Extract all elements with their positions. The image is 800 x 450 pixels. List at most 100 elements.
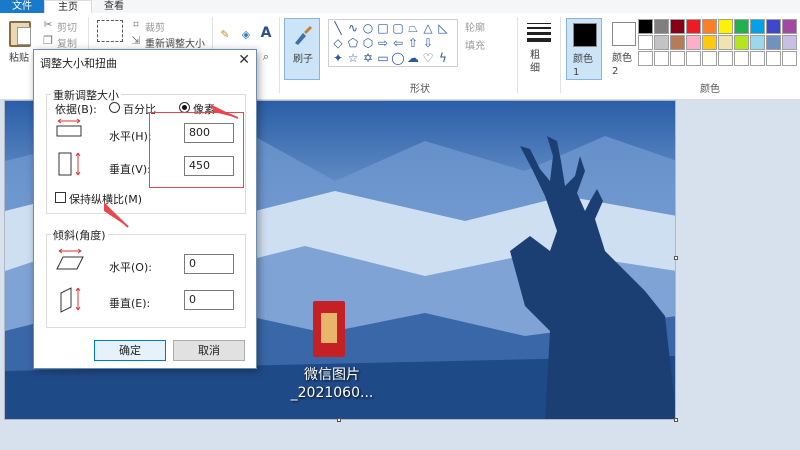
skew-section-title: 倾斜(角度) — [51, 227, 108, 243]
skew-horizontal-input[interactable]: 0 — [184, 254, 234, 274]
palette-swatch[interactable] — [782, 19, 797, 34]
palette-swatch[interactable] — [638, 19, 653, 34]
palette-swatch[interactable] — [750, 19, 765, 34]
palette-swatch[interactable] — [654, 19, 669, 34]
palette-swatch[interactable] — [734, 35, 749, 50]
resize-button[interactable]: 重新调整大小 — [145, 35, 205, 50]
paste-icon[interactable] — [9, 21, 31, 47]
tab-view[interactable]: 查看 — [92, 0, 136, 13]
lightning-shape-icon[interactable]: ϟ — [436, 51, 450, 65]
crop-button[interactable]: 裁剪 — [145, 19, 165, 34]
skew-vertical-input[interactable]: 0 — [184, 290, 234, 310]
resize-handle-bottom[interactable] — [337, 418, 341, 422]
palette-swatch[interactable] — [686, 51, 701, 66]
color2-button[interactable]: 颜色 2 — [606, 18, 642, 80]
palette-swatch[interactable] — [654, 51, 669, 66]
palette-swatch[interactable] — [670, 51, 685, 66]
star4-shape-icon[interactable]: ✦ — [331, 51, 345, 65]
vertical-skew-icon — [60, 287, 81, 313]
palette-swatch[interactable] — [782, 35, 797, 50]
horizontal-skew-icon — [56, 248, 84, 270]
group-divider — [279, 17, 280, 93]
star5-shape-icon[interactable]: ☆ — [346, 51, 360, 65]
palette-swatch[interactable] — [638, 35, 653, 50]
pencil-icon[interactable]: ✎ — [219, 29, 231, 41]
group-divider — [517, 17, 518, 93]
palette-swatch[interactable] — [734, 19, 749, 34]
palette-swatch[interactable] — [766, 19, 781, 34]
tab-home[interactable]: 主页 — [44, 0, 92, 13]
palette-swatch[interactable] — [670, 19, 685, 34]
curve-shape-icon[interactable]: ∿ — [346, 21, 360, 35]
desktop-icon-label-line1: 微信图片 — [304, 367, 360, 383]
select-tool[interactable] — [97, 20, 123, 42]
palette-swatch[interactable] — [686, 35, 701, 50]
magnifier-icon[interactable]: ⌕ — [260, 51, 272, 63]
heart-shape-icon[interactable]: ♡ — [421, 51, 435, 65]
outline-dropdown[interactable]: 轮廓 — [465, 19, 485, 34]
wechat-image-file-icon[interactable] — [313, 301, 345, 357]
ok-button[interactable]: 确定 — [94, 340, 166, 361]
palette-swatch[interactable] — [654, 35, 669, 50]
desktop-icon-label[interactable]: 微信图片 _2021060... — [277, 366, 387, 402]
callout-rect-shape-icon[interactable]: ▭ — [376, 51, 390, 65]
palette-swatch[interactable] — [702, 51, 717, 66]
highlight-box — [149, 112, 244, 188]
oval-shape-icon[interactable]: ○ — [361, 21, 375, 35]
rounded-rect-shape-icon[interactable]: ▢ — [391, 21, 405, 35]
line-shape-icon[interactable]: ╲ — [331, 21, 345, 35]
paste-button[interactable]: 粘贴 — [9, 49, 29, 64]
star6-shape-icon[interactable]: ✡ — [361, 51, 375, 65]
arrow-left-shape-icon[interactable]: ⇦ — [391, 36, 405, 50]
close-icon[interactable]: ✕ — [238, 52, 250, 68]
palette-swatch[interactable] — [718, 35, 733, 50]
diamond-shape-icon[interactable]: ◇ — [331, 36, 345, 50]
palette-swatch[interactable] — [782, 51, 797, 66]
palette-swatch[interactable] — [670, 35, 685, 50]
keep-aspect-ratio-label[interactable]: 保持纵横比(M) — [69, 191, 142, 207]
shapes-gallery[interactable]: ╲ ∿ ○ □ ▢ ⏢ △ ◺ ◇ ⬠ ⬡ ⇨ ⇦ ⇧ ⇩ ✦ ☆ ✡ ▭ ◯ … — [328, 19, 458, 67]
fill-dropdown[interactable]: 填充 — [465, 37, 485, 52]
brush-label: 刷子 — [293, 54, 313, 65]
resize-handle-right[interactable] — [674, 256, 678, 260]
percent-radio[interactable] — [109, 102, 120, 113]
color1-label: 颜色 1 — [573, 54, 593, 78]
palette-swatch[interactable] — [734, 51, 749, 66]
vertical-resize-icon — [58, 152, 81, 176]
palette-swatch[interactable] — [718, 19, 733, 34]
palette-swatch[interactable] — [718, 51, 733, 66]
brush-button[interactable]: 刷子 — [284, 18, 320, 80]
cancel-button[interactable]: 取消 — [173, 340, 245, 361]
dialog-title: 调整大小和扭曲 — [40, 57, 117, 70]
keep-aspect-ratio-checkbox[interactable] — [55, 192, 66, 203]
pentagon-shape-icon[interactable]: ⬠ — [346, 36, 360, 50]
palette-swatch[interactable] — [766, 35, 781, 50]
polygon-shape-icon[interactable]: ⏢ — [406, 21, 420, 35]
size-button[interactable]: 粗细 — [530, 49, 548, 75]
palette-swatch[interactable] — [702, 19, 717, 34]
color1-button[interactable]: 颜色 1 — [566, 18, 602, 80]
right-triangle-shape-icon[interactable]: ◺ — [436, 21, 450, 35]
palette-swatch[interactable] — [686, 19, 701, 34]
palette-swatch[interactable] — [702, 35, 717, 50]
palette-swatch[interactable] — [638, 51, 653, 66]
arrow-up-shape-icon[interactable]: ⇧ — [406, 36, 420, 50]
brush-icon — [295, 26, 312, 45]
palette-swatch[interactable] — [750, 51, 765, 66]
callout-oval-shape-icon[interactable]: ◯ — [391, 51, 405, 65]
palette-swatch[interactable] — [766, 51, 781, 66]
fill-icon[interactable]: ◈ — [240, 29, 252, 41]
palette-swatch[interactable] — [750, 35, 765, 50]
cut-button[interactable]: 剪切 — [57, 19, 77, 34]
rectangle-shape-icon[interactable]: □ — [376, 21, 390, 35]
arrow-down-shape-icon[interactable]: ⇩ — [421, 36, 435, 50]
tab-file[interactable]: 文件 — [0, 0, 44, 13]
text-icon[interactable]: A — [260, 26, 272, 40]
triangle-shape-icon[interactable]: △ — [421, 21, 435, 35]
resize-handle-corner[interactable] — [674, 418, 678, 422]
skew-vertical-label: 垂直(E): — [109, 297, 151, 310]
arrow-right-shape-icon[interactable]: ⇨ — [376, 36, 390, 50]
cloud-shape-icon[interactable]: ☁ — [406, 51, 420, 65]
hexagon-shape-icon[interactable]: ⬡ — [361, 36, 375, 50]
copy-button[interactable]: 复制 — [57, 35, 77, 50]
